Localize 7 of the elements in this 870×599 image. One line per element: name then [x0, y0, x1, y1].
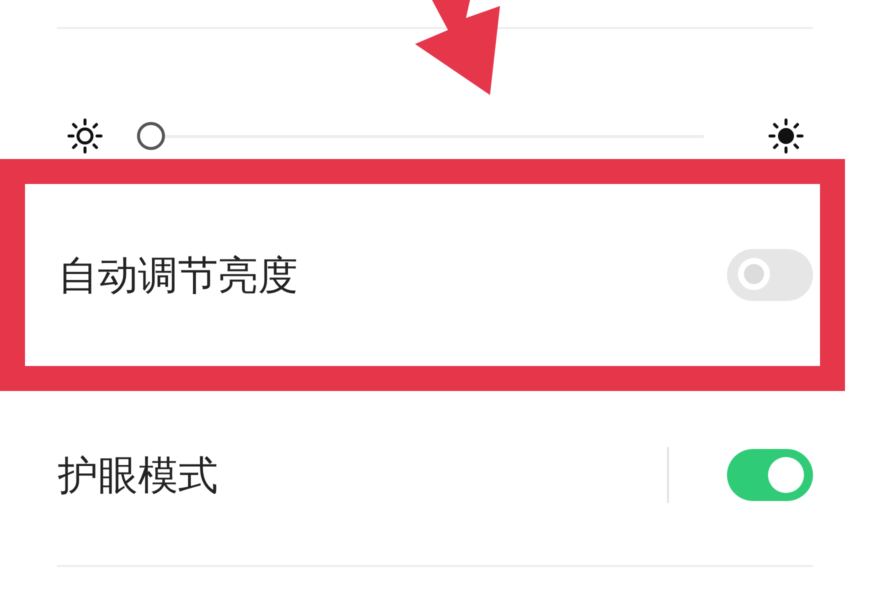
slider-thumb[interactable] [137, 122, 165, 150]
setting-label: 自动调节亮度 [58, 252, 299, 300]
setting-label: 护眼模式 [58, 452, 219, 500]
high-brightness-icon [768, 118, 804, 154]
toggle-switch[interactable] [727, 449, 813, 501]
toggle-switch[interactable] [727, 249, 813, 301]
low-brightness-icon [67, 118, 103, 154]
